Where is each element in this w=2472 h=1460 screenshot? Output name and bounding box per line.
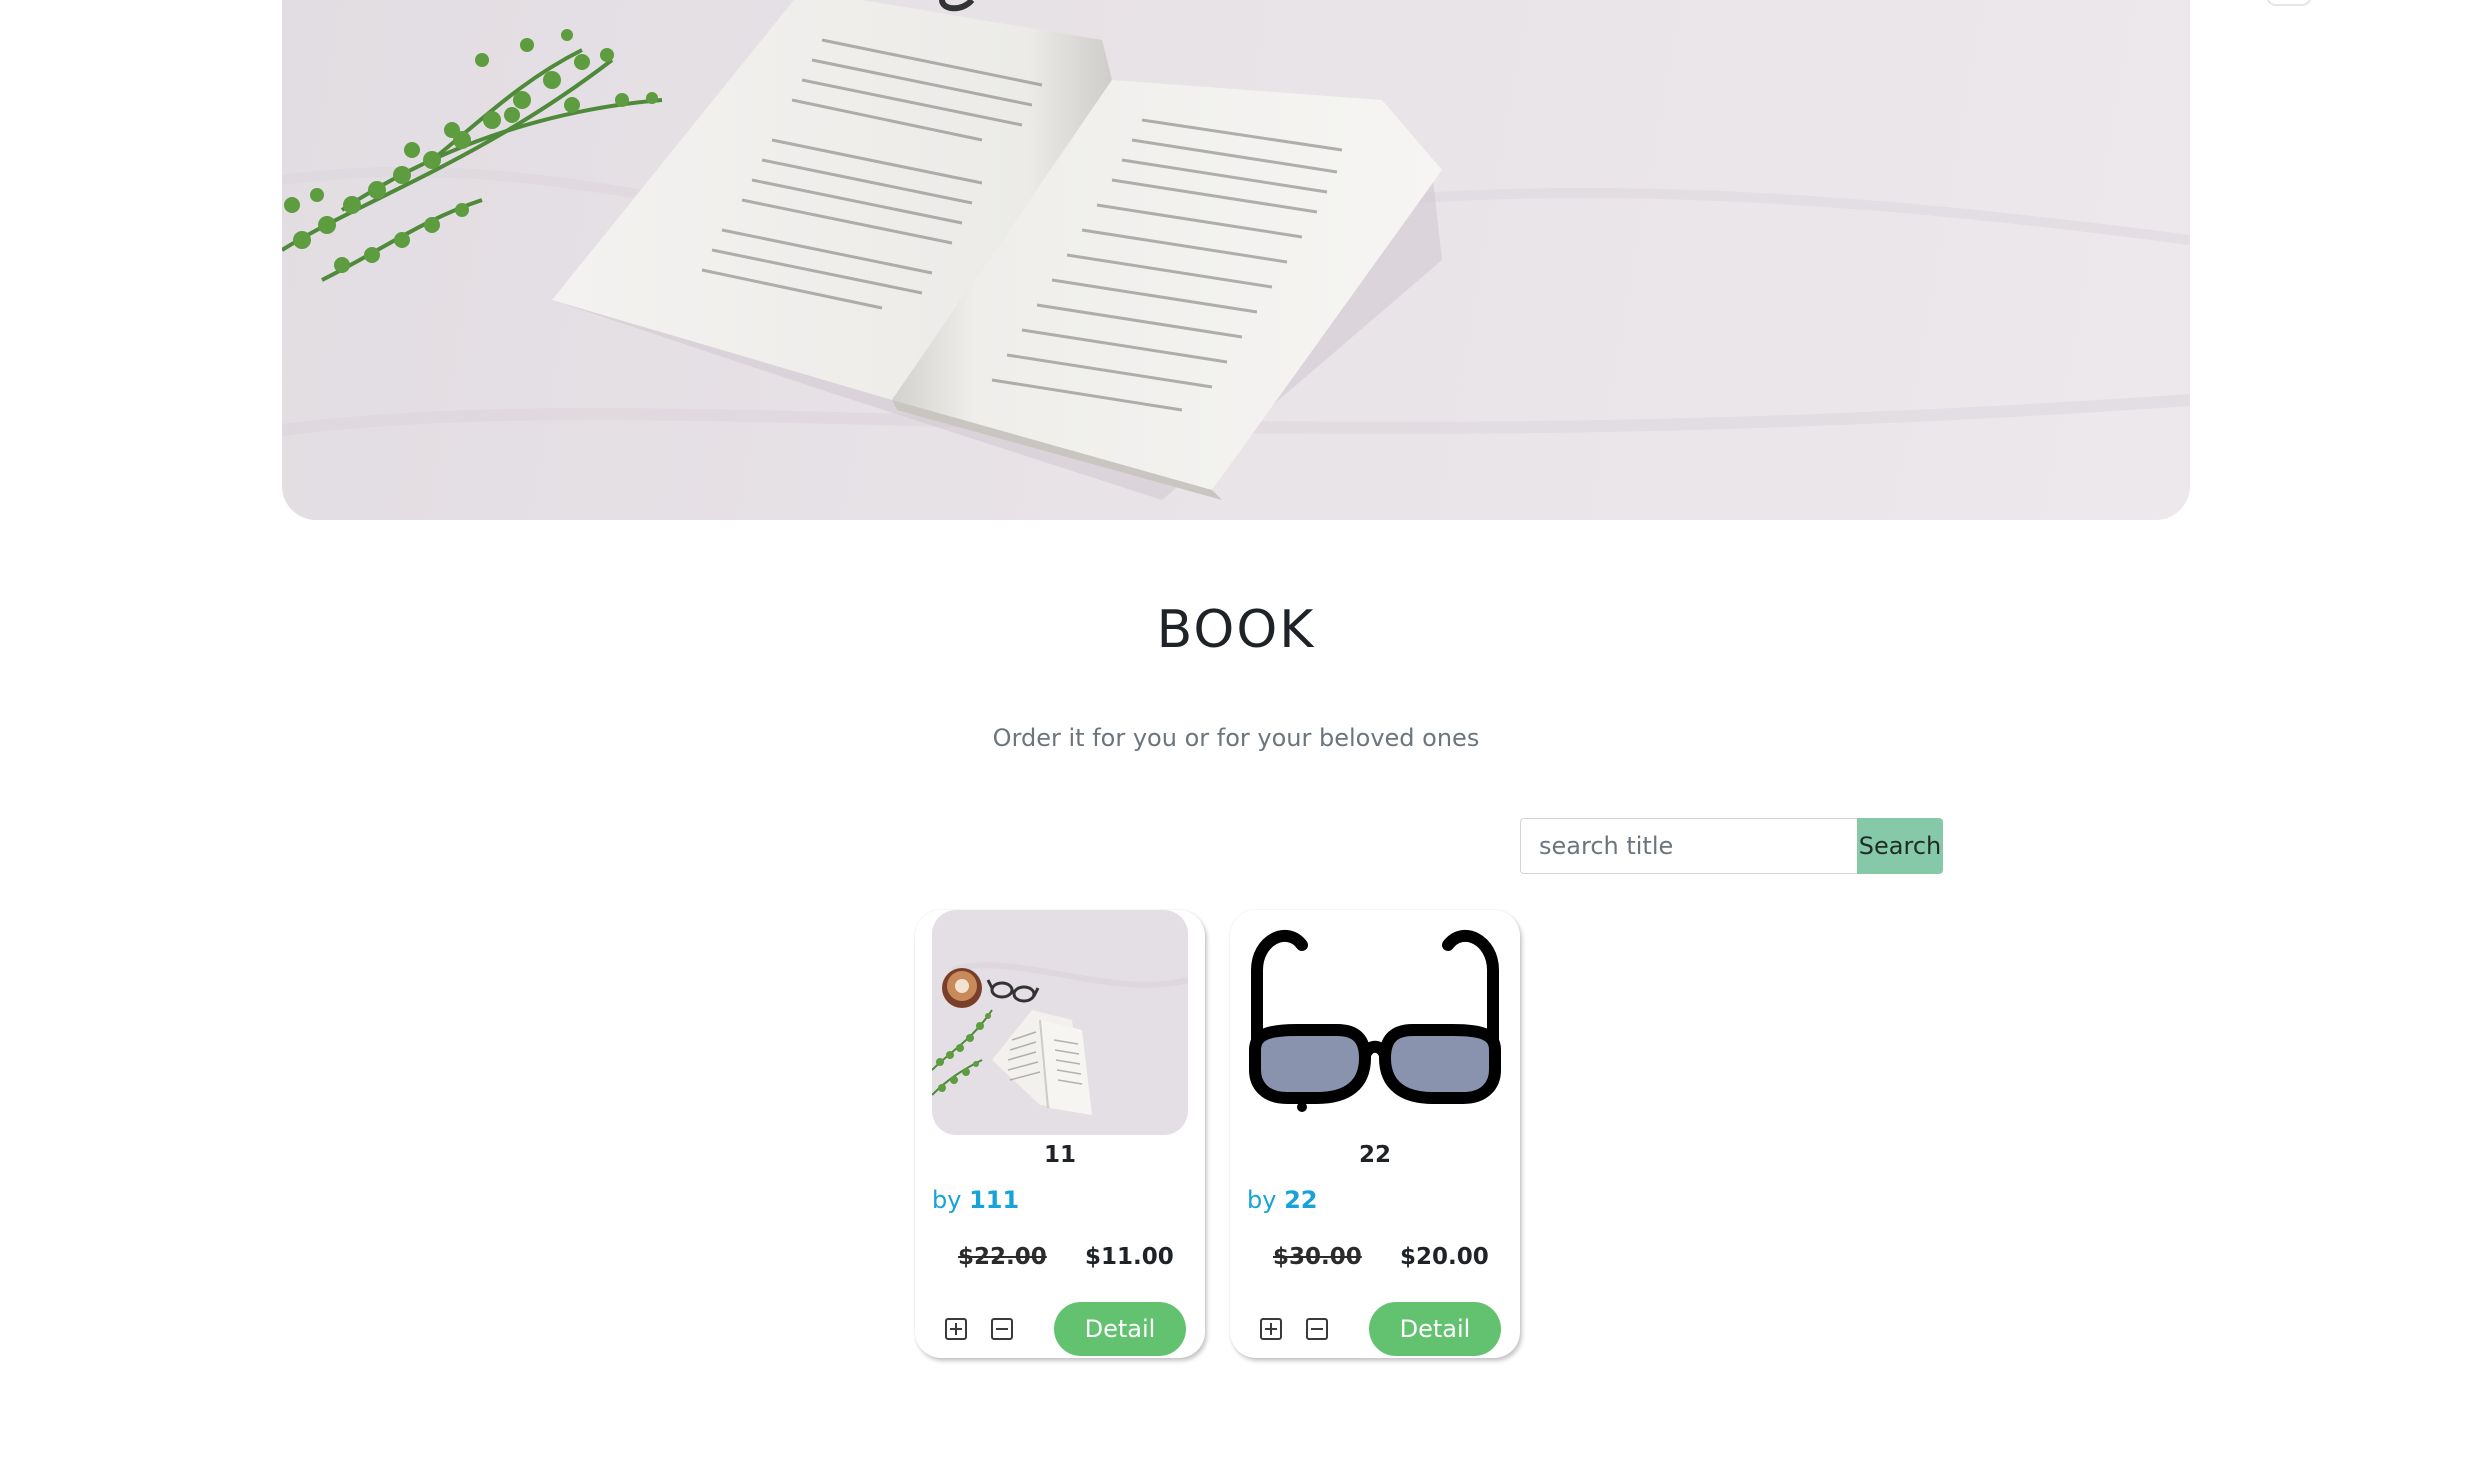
original-price: $30.00	[1273, 1244, 1362, 1270]
hero-banner-image	[282, 0, 2190, 520]
original-price: $22.00	[958, 1244, 1047, 1270]
search-button[interactable]: Search	[1857, 818, 1943, 874]
detail-button[interactable]: Detail	[1369, 1302, 1501, 1356]
minus-square-icon[interactable]	[1306, 1318, 1328, 1340]
product-image-glasses-icon[interactable]	[1247, 910, 1503, 1135]
detail-button[interactable]: Detail	[1054, 1302, 1186, 1356]
product-title: 22	[1358, 1142, 1391, 1168]
search-input[interactable]	[1520, 818, 1857, 874]
author-by-label: by	[932, 1186, 962, 1214]
product-author: by 22	[1247, 1186, 1317, 1214]
plus-square-icon[interactable]	[1260, 1318, 1282, 1340]
search-bar: Search	[1520, 818, 1943, 874]
sale-price: $20.00	[1400, 1244, 1489, 1270]
author-name[interactable]: 22	[1284, 1186, 1317, 1214]
product-author: by 111	[932, 1186, 1019, 1214]
page-title: BOOK	[1156, 600, 1316, 660]
author-name[interactable]: 111	[969, 1186, 1019, 1214]
author-by-label: by	[1247, 1186, 1277, 1214]
product-card: 22 by 22 $30.00 $20.00 Detail	[1230, 910, 1520, 1358]
plus-square-icon[interactable]	[945, 1318, 967, 1340]
minus-square-icon[interactable]	[991, 1318, 1013, 1340]
sale-price: $11.00	[1085, 1244, 1174, 1270]
product-title: 11	[1043, 1142, 1076, 1168]
corner-tab	[2266, 0, 2312, 6]
page-subtitle: Order it for you or for your beloved one…	[992, 724, 1480, 752]
product-card: 11 by 111 $22.00 $11.00 Detail	[915, 910, 1205, 1358]
product-image-book-photo[interactable]	[932, 910, 1188, 1135]
page: BOOK Order it for you or for your belove…	[0, 0, 2472, 1460]
